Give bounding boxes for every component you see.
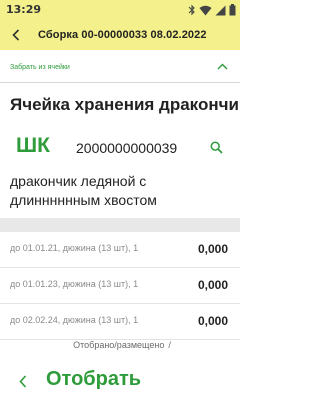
section-label: Забрать из ячейки [10, 64, 70, 71]
batch-list: до 01.01.21, дюжина (13 шт), 1 0,000 до … [0, 232, 240, 340]
collapse-button[interactable] [216, 61, 228, 71]
battery-icon [229, 4, 236, 16]
status-icons [188, 3, 236, 17]
status-bar: 13:29 [0, 0, 240, 20]
barcode-row: ШК 2000000000039 [0, 130, 240, 166]
row-description: до 01.01.21, дюжина (13 шт), 1 [10, 243, 139, 253]
row-quantity: 0,000 [197, 242, 228, 256]
app-bar: Сборка 00-00000033 08.02.2022 [0, 20, 240, 50]
row-quantity: 0,000 [197, 314, 228, 328]
wifi-icon [199, 5, 212, 16]
item-name: дракончик ледяной с длинннннным хвостом [10, 173, 157, 208]
summary-label: Отобрано/размещено [73, 340, 165, 350]
cell-title: Ячейка хранения дракончиков [10, 95, 238, 114]
list-item[interactable]: до 02.02.24, дюжина (13 шт), 1 0,000 [0, 304, 240, 340]
bottom-back-button[interactable] [14, 372, 32, 390]
picked-summary: Отобрано/размещено / [0, 340, 240, 350]
barcode-label: ШК [16, 134, 50, 157]
divider [0, 218, 240, 232]
row-description: до 01.01.23, дюжина (13 шт), 1 [10, 279, 139, 289]
list-item[interactable]: до 01.01.21, дюжина (13 шт), 1 0,000 [0, 232, 240, 268]
bottom-bar: Отобрать [0, 362, 240, 400]
bluetooth-icon [188, 4, 196, 16]
search-icon [210, 141, 223, 154]
row-description: до 02.02.24, дюжина (13 шт), 1 [10, 315, 139, 325]
list-item[interactable]: до 01.01.23, дюжина (13 шт), 1 0,000 [0, 268, 240, 304]
back-button[interactable] [6, 25, 26, 45]
chevron-up-icon [217, 63, 227, 69]
summary-value: / [168, 340, 171, 350]
section-header-pick-from-cell[interactable]: Забрать из ячейки [0, 50, 240, 83]
row-quantity: 0,000 [197, 278, 228, 292]
barcode-search-button[interactable] [208, 139, 224, 155]
chevron-left-icon [19, 374, 27, 388]
pick-button[interactable]: Отобрать [46, 368, 141, 391]
signal-icon [215, 5, 226, 16]
barcode-value: 2000000000039 [76, 140, 178, 156]
chevron-left-icon [12, 29, 20, 41]
page-title: Сборка 00-00000033 08.02.2022 [38, 29, 207, 41]
status-time: 13:29 [6, 3, 42, 16]
